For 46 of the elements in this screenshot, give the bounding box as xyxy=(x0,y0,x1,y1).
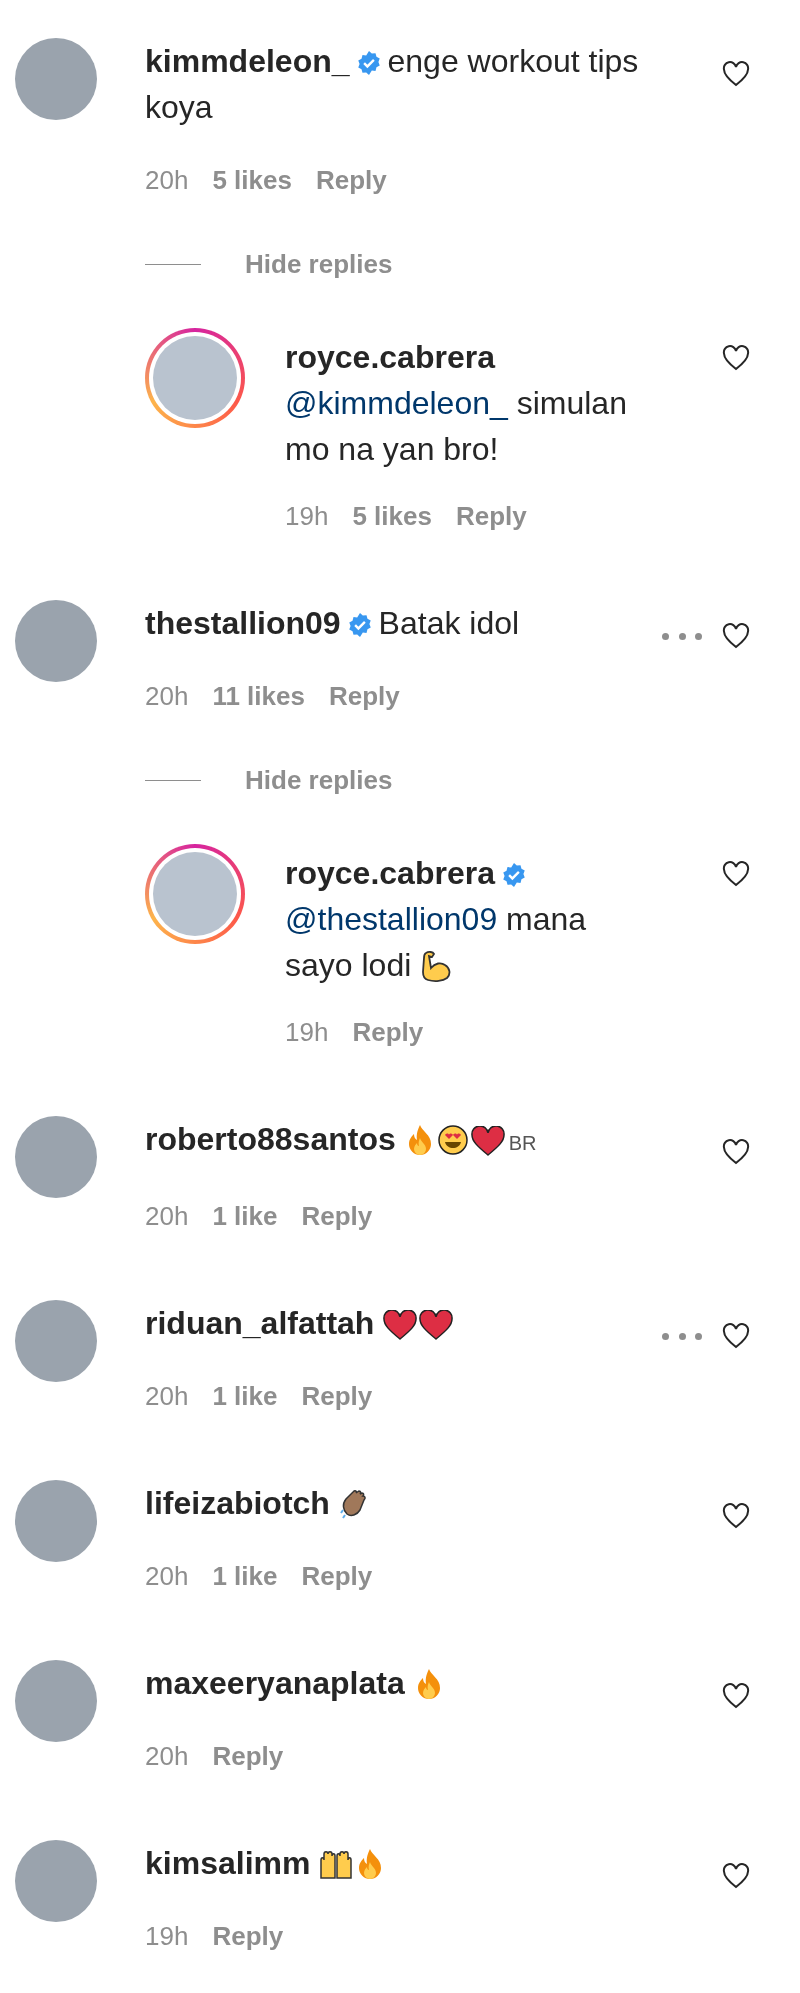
comment-text: royce.cabrera @kimmdeleon_ simulan mo na yan bro! xyxy=(285,339,627,467)
comment-time: 20h xyxy=(145,164,189,197)
likes-count[interactable]: 5 likes xyxy=(352,498,432,534)
reply-link[interactable]: Reply xyxy=(301,1558,373,1594)
comment-time: 20h xyxy=(145,1560,189,1593)
hide-replies-button[interactable]: Hide replies xyxy=(245,246,393,282)
likes-count[interactable]: 1 like xyxy=(212,1378,278,1414)
verified-badge-icon xyxy=(500,862,527,888)
hide-replies-button[interactable]: Hide replies xyxy=(245,762,393,798)
raised-hands-emoji-icon xyxy=(319,1848,354,1880)
comment-time: 19h xyxy=(145,1920,189,1953)
comment-time: 19h xyxy=(285,500,329,533)
reply-link[interactable]: Reply xyxy=(212,1918,284,1954)
comment-time: 20h xyxy=(145,1200,189,1233)
likes-count[interactable]: 1 like xyxy=(212,1558,278,1594)
reply-link[interactable]: Reply xyxy=(455,498,527,534)
comment-time: 20h xyxy=(145,1740,189,1773)
heart-eyes-emoji-icon xyxy=(436,1124,469,1156)
comment-text: kimsalimm xyxy=(145,1845,388,1881)
reply-link[interactable]: Reply xyxy=(212,1738,284,1774)
heart-emoji-icon xyxy=(419,1310,454,1340)
verified-badge-icon xyxy=(355,50,382,76)
heart-emoji-icon xyxy=(383,1310,418,1340)
mention-link[interactable]: @thestallion09 xyxy=(285,901,498,937)
comment-time: 19h xyxy=(285,1016,329,1049)
comment-time: 20h xyxy=(145,1380,189,1413)
more-options-icon[interactable] xyxy=(662,1331,702,1341)
mention-link[interactable]: @kimmdeleon_ xyxy=(285,385,508,421)
likes-count[interactable]: 5 likes xyxy=(212,162,292,198)
comment-text: roberto88santos BR xyxy=(145,1121,537,1157)
reply-link[interactable]: Reply xyxy=(301,1378,373,1414)
reply-link[interactable]: Reply xyxy=(352,1014,424,1050)
comment-text: riduan_alfattah xyxy=(145,1305,456,1341)
reply-link[interactable]: Reply xyxy=(315,162,387,198)
comment-text: kimmdeleon_ enge workout tips koya xyxy=(145,43,639,125)
verified-badge-icon xyxy=(346,612,373,638)
comment-text: lifeizabiotch xyxy=(145,1485,373,1521)
heart-emoji-icon xyxy=(470,1126,505,1156)
reply-link[interactable]: Reply xyxy=(301,1198,373,1234)
likes-count[interactable]: 1 like xyxy=(212,1198,278,1234)
more-options-icon[interactable] xyxy=(662,631,702,641)
likes-count[interactable]: 11 likes xyxy=(212,678,305,714)
comment-text: thestallion09 Batak idol xyxy=(145,605,520,641)
comment-text: maxeeryanaplata xyxy=(145,1665,446,1701)
comment-time: 20h xyxy=(145,680,189,713)
reply-link[interactable]: Reply xyxy=(328,678,400,714)
